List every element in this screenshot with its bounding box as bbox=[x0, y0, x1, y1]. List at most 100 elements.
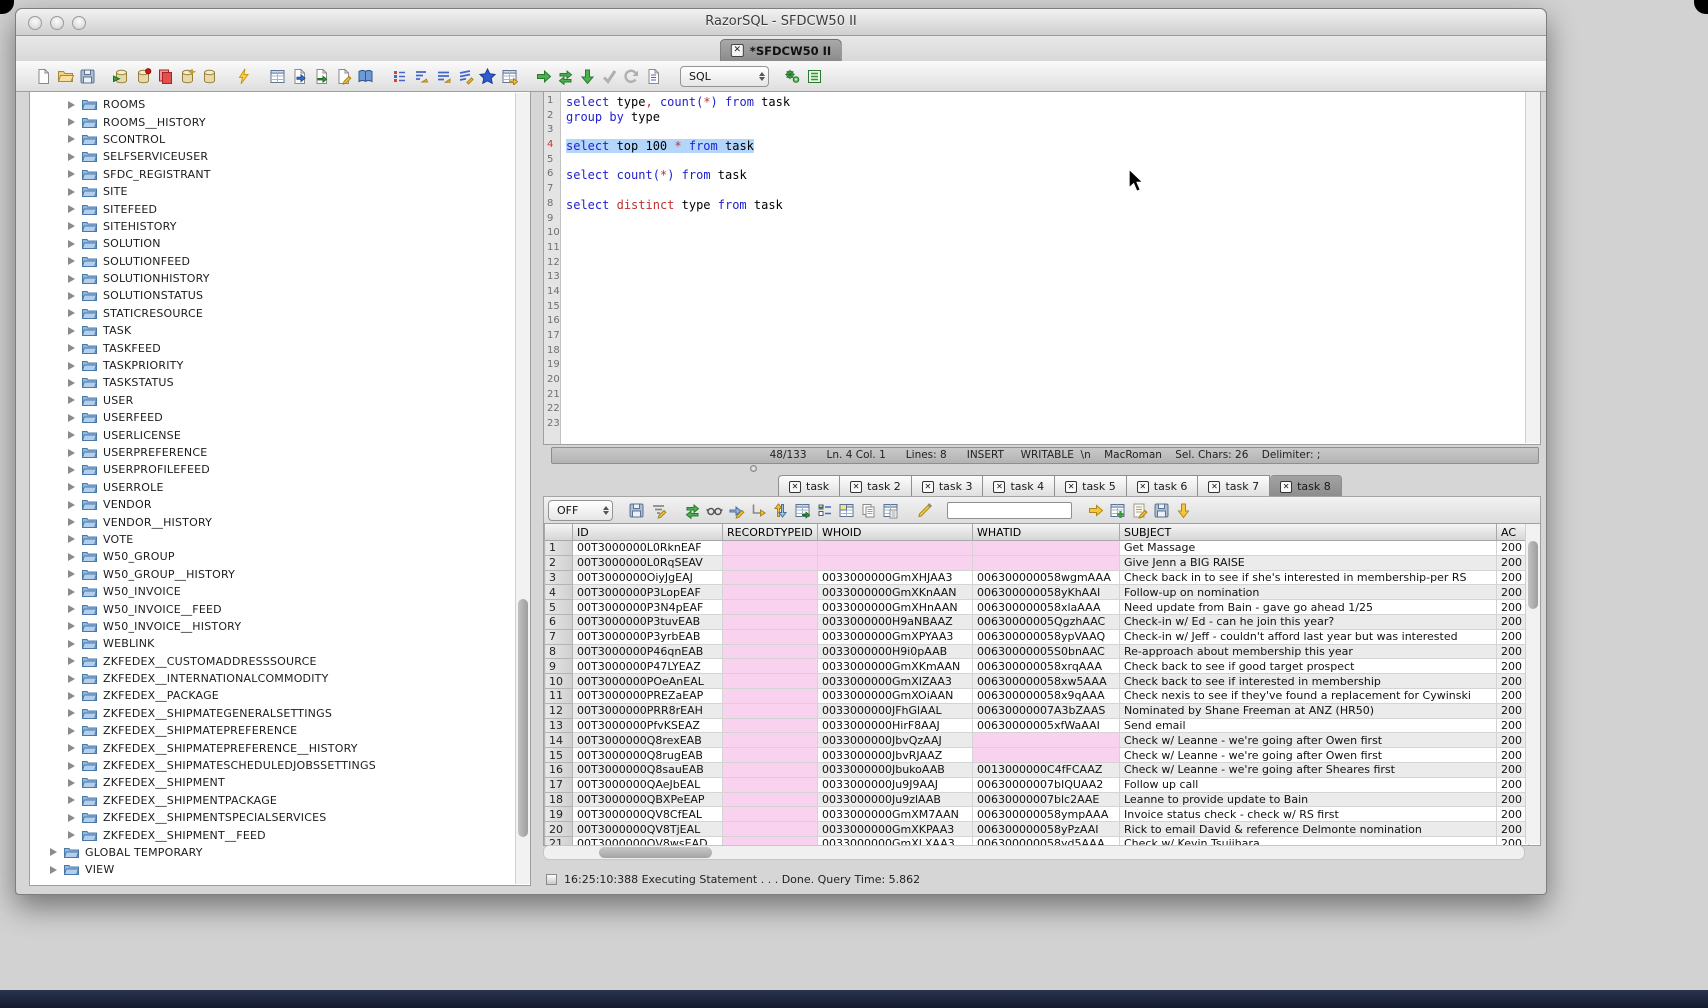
cell-id[interactable]: 00T3000000L0RknEAF bbox=[573, 541, 723, 556]
cell-whoid[interactable] bbox=[818, 541, 973, 556]
disclosure-triangle-icon[interactable] bbox=[68, 135, 75, 143]
row-number[interactable]: 6 bbox=[545, 614, 573, 629]
tree-item-task[interactable]: TASK bbox=[30, 322, 530, 339]
cell-ac[interactable]: 200 bbox=[1497, 807, 1529, 822]
cell-subject[interactable]: Invoice status check - check w/ RS first bbox=[1120, 807, 1497, 822]
cell-recordtypeid[interactable] bbox=[723, 585, 818, 600]
cell-whatid[interactable] bbox=[973, 541, 1120, 556]
close-document-icon[interactable]: ✕ bbox=[731, 44, 744, 57]
cell-subject[interactable]: Check w/ Leanne - we're going after Owen… bbox=[1120, 733, 1497, 748]
cell-recordtypeid[interactable] bbox=[723, 807, 818, 822]
cell-subject[interactable]: Check-in w/ Jeff - couldn't afford last … bbox=[1120, 629, 1497, 644]
cell-whoid[interactable]: 0033000000GmXIZAA3 bbox=[818, 674, 973, 689]
cell-whatid[interactable]: 006300000058yPzAAI bbox=[973, 822, 1120, 837]
cell-whoid[interactable]: 0033000000GmXPYAA3 bbox=[818, 629, 973, 644]
cell-recordtypeid[interactable] bbox=[723, 600, 818, 615]
cell-whoid[interactable]: 0033000000H9i0pAAB bbox=[818, 644, 973, 659]
cell-id[interactable]: 00T3000000P3N4pEAF bbox=[573, 600, 723, 615]
disconnect-icon[interactable] bbox=[132, 65, 154, 87]
cell-subject[interactable]: Send email bbox=[1120, 718, 1497, 733]
disclosure-triangle-icon[interactable] bbox=[68, 762, 75, 770]
cell-whoid[interactable]: 0033000000JbvQzAAJ bbox=[818, 733, 973, 748]
disclosure-triangle-icon[interactable] bbox=[68, 327, 75, 335]
result-tab-task-8[interactable]: ✕task 8 bbox=[1270, 475, 1342, 497]
cell-ac[interactable]: 200 bbox=[1497, 541, 1529, 556]
tree-item-solution[interactable]: SOLUTION bbox=[30, 235, 530, 252]
connect-icon[interactable] bbox=[110, 65, 132, 87]
database-tools-icon[interactable] bbox=[198, 65, 220, 87]
search-results-input[interactable] bbox=[947, 502, 1072, 519]
disclosure-triangle-icon[interactable] bbox=[68, 309, 75, 317]
disclosure-triangle-icon[interactable] bbox=[68, 501, 75, 509]
tree-item-zkfedex-shipment-feed[interactable]: ZKFEDEX__SHIPMENT__FEED bbox=[30, 826, 530, 843]
disclosure-triangle-icon[interactable] bbox=[68, 622, 75, 630]
tree-item-zkfedex-shipmatepreference[interactable]: ZKFEDEX__SHIPMATEPREFERENCE bbox=[30, 722, 530, 739]
result-tab-task-7[interactable]: ✕task 7 bbox=[1198, 475, 1270, 497]
table-editor-icon[interactable] bbox=[498, 65, 520, 87]
close-tab-icon[interactable]: ✕ bbox=[1137, 481, 1149, 493]
tree-item-vendor[interactable]: VENDOR bbox=[30, 496, 530, 513]
highlight-icon[interactable] bbox=[913, 500, 935, 522]
tree-item-userrole[interactable]: USERROLE bbox=[30, 479, 530, 496]
cell-id[interactable]: 00T3000000QAeJbEAL bbox=[573, 777, 723, 792]
tree-item-userlicense[interactable]: USERLICENSE bbox=[30, 426, 530, 443]
cell-whatid[interactable]: 00630000007A3bZAAS bbox=[973, 703, 1120, 718]
tree-item-weblink[interactable]: WEBLINK bbox=[30, 635, 530, 652]
cell-ac[interactable]: 200 bbox=[1497, 644, 1529, 659]
cell-recordtypeid[interactable] bbox=[723, 644, 818, 659]
cell-whoid[interactable] bbox=[818, 555, 973, 570]
cell-ac[interactable]: 200 bbox=[1497, 777, 1529, 792]
tree-item-userprofilefeed[interactable]: USERPROFILEFEED bbox=[30, 461, 530, 478]
disclosure-triangle-icon[interactable] bbox=[68, 118, 75, 126]
cell-whoid[interactable]: 0033000000JbvRJAAZ bbox=[818, 748, 973, 763]
column-header-ID[interactable]: ID bbox=[573, 524, 723, 541]
cell-whoid[interactable]: 0033000000H9aNBAAZ bbox=[818, 614, 973, 629]
reconnect-icon[interactable] bbox=[554, 65, 576, 87]
row-number[interactable]: 9 bbox=[545, 659, 573, 674]
cell-ac[interactable]: 200 bbox=[1497, 614, 1529, 629]
cell-recordtypeid[interactable] bbox=[723, 748, 818, 763]
cell-whatid[interactable]: 00630000005QgzhAAC bbox=[973, 614, 1120, 629]
title-bar[interactable]: RazorSQL - SFDCW50 II bbox=[16, 9, 1546, 36]
format-sql-icon[interactable] bbox=[454, 65, 476, 87]
cell-subject[interactable]: Check back to see if good target prospec… bbox=[1120, 659, 1497, 674]
cell-whoid[interactable]: 0033000000HirF8AAJ bbox=[818, 718, 973, 733]
cell-whoid[interactable]: 0033000000GmXOiAAN bbox=[818, 688, 973, 703]
cell-whatid[interactable]: 006300000058ypVAAQ bbox=[973, 629, 1120, 644]
cell-subject[interactable]: Need update from Bain - gave go ahead 1/… bbox=[1120, 600, 1497, 615]
cell-ac[interactable]: 200 bbox=[1497, 585, 1529, 600]
cell-whatid[interactable] bbox=[973, 748, 1120, 763]
cell-whoid[interactable]: 0033000000GmXKnAAN bbox=[818, 585, 973, 600]
cell-ac[interactable]: 200 bbox=[1497, 762, 1529, 777]
cell-id[interactable]: 00T3000000P46qnEAB bbox=[573, 644, 723, 659]
disclosure-triangle-icon[interactable] bbox=[68, 709, 75, 717]
disclosure-triangle-icon[interactable] bbox=[68, 153, 75, 161]
cell-subject[interactable]: Check-in w/ Ed - can he join this year? bbox=[1120, 614, 1497, 629]
save-results-icon[interactable] bbox=[625, 500, 647, 522]
row-number[interactable]: 11 bbox=[545, 688, 573, 703]
row-number[interactable]: 7 bbox=[545, 629, 573, 644]
disclosure-triangle-icon[interactable] bbox=[68, 379, 75, 387]
cell-recordtypeid[interactable] bbox=[723, 541, 818, 556]
tree-item-solutionhistory[interactable]: SOLUTIONHISTORY bbox=[30, 270, 530, 287]
disclosure-triangle-icon[interactable] bbox=[68, 188, 75, 196]
disclosure-triangle-icon[interactable] bbox=[68, 657, 75, 665]
edit-script-icon[interactable] bbox=[332, 65, 354, 87]
tree-item-w50-group[interactable]: W50_GROUP bbox=[30, 548, 530, 565]
row-number[interactable]: 16 bbox=[545, 762, 573, 777]
cell-whatid[interactable]: 0013000000C4fFCAAZ bbox=[973, 762, 1120, 777]
disclosure-triangle-icon[interactable] bbox=[68, 257, 75, 265]
disclosure-triangle-icon[interactable] bbox=[68, 779, 75, 787]
row-number[interactable]: 18 bbox=[545, 792, 573, 807]
cell-id[interactable]: 00T3000000P3tuvEAB bbox=[573, 614, 723, 629]
align-lines-icon[interactable] bbox=[432, 65, 454, 87]
cell-whoid[interactable]: 0033000000GmXKmAAN bbox=[818, 659, 973, 674]
tree-item-userfeed[interactable]: USERFEED bbox=[30, 409, 530, 426]
cell-ac[interactable]: 200 bbox=[1497, 822, 1529, 837]
tree-item-w50-invoice-history[interactable]: W50_INVOICE__HISTORY bbox=[30, 618, 530, 635]
cell-whoid[interactable]: 0033000000GmXHnAAN bbox=[818, 600, 973, 615]
select-columns-icon[interactable] bbox=[813, 500, 835, 522]
reload-script-icon[interactable] bbox=[310, 65, 332, 87]
execute-sql-icon[interactable] bbox=[232, 65, 254, 87]
cell-subject[interactable]: Leanne to provide update to Bain bbox=[1120, 792, 1497, 807]
